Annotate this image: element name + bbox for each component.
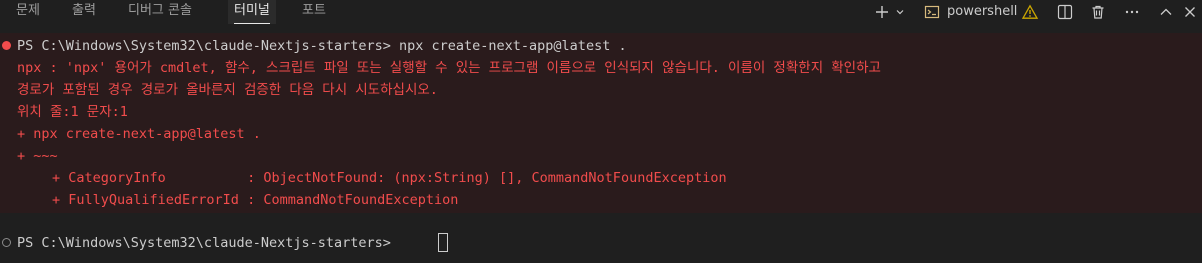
command-idle-decoration[interactable] — [2, 238, 11, 247]
error-category-info: + CategoryInfo : ObjectNotFound: (npx:St… — [52, 170, 727, 186]
close-icon[interactable] — [1180, 2, 1200, 22]
chevron-down-icon[interactable] — [893, 2, 907, 22]
error-message-line: 경로가 포함된 경우 경로가 올바른지 검증한 다음 다시 시도하십시오. — [17, 82, 438, 98]
tab-terminal[interactable]: 터미널 — [228, 0, 276, 24]
split-icon[interactable] — [1055, 2, 1075, 22]
error-command-echo: + npx create-next-app@latest . — [17, 126, 261, 142]
tab-output[interactable]: 출력 — [72, 0, 96, 24]
terminal-error-block: PS C:\Windows\System32\claude-Nextjs-sta… — [0, 33, 1202, 213]
warning-icon[interactable] — [1020, 2, 1040, 22]
shell-name-label[interactable]: powershell — [947, 0, 1017, 24]
add-icon[interactable] — [872, 2, 892, 22]
error-qualified-id: + FullyQualifiedErrorId : CommandNotFoun… — [52, 192, 459, 208]
trash-icon[interactable] — [1088, 2, 1108, 22]
tab-problems[interactable]: 문제 — [16, 0, 40, 24]
tab-ports[interactable]: 포트 — [302, 0, 326, 24]
current-prompt: PS C:\Windows\System32\claude-Nextjs-sta… — [17, 235, 400, 251]
panel-tab-bar: 문제 출력 디버그 콘솔 터미널 포트 powershell — [0, 0, 1202, 24]
command-failed-decoration[interactable] — [2, 41, 11, 50]
error-underline: + ~~~ — [17, 148, 58, 164]
chevron-up-icon[interactable] — [1156, 2, 1176, 22]
tab-debug-console[interactable]: 디버그 콘솔 — [128, 0, 192, 24]
more-icon[interactable] — [1122, 2, 1142, 22]
error-message-line: npx : 'npx' 용어가 cmdlet, 함수, 스크립트 파일 또는 실… — [17, 60, 881, 76]
error-position-line: 위치 줄:1 문자:1 — [17, 104, 128, 120]
command-prompt-line: PS C:\Windows\System32\claude-Nextjs-sta… — [17, 38, 627, 54]
terminal-icon — [922, 2, 942, 22]
terminal-cursor[interactable] — [438, 233, 448, 252]
